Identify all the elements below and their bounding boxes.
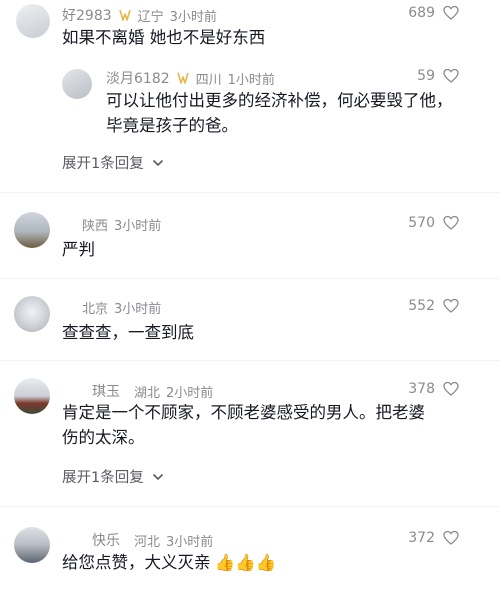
comment-text: 可以让他付出更多的经济补偿，何必要毁了他， 毕竟是孩子的爸。 [106,88,453,138]
avatar[interactable] [14,378,50,414]
chevron-down-icon [152,473,163,480]
comment-line: 毕竟是孩子的爸。 [106,116,238,135]
comment-line: 如果不离婚 她也不是好东西 [62,28,266,47]
location: 四川 [195,72,222,88]
comment-text: 肯定是一个不顾家，不顾老婆感受的男人。把老婆 伤的太深。 [62,400,425,450]
fan-badge-icon [118,8,132,22]
location: 辽宁 [137,9,164,25]
comment-meta: 琪玉 湖北 2小时前 [62,381,213,401]
timestamp: 3小时前 [114,219,162,234]
heart-icon [443,298,459,313]
username[interactable]: 琪玉 [92,381,120,401]
comment-meta: 北京 3小时前 [62,298,161,317]
comment-line: 查查查，一查到底 [62,323,194,342]
avatar[interactable] [14,527,50,563]
chevron-down-icon [152,159,163,166]
comment-text: 查查查，一查到底 [62,320,194,345]
comment-line: 给您点赞，大义灭亲 [62,553,211,572]
fan-badge-icon [176,71,190,85]
timestamp: 3小时前 [166,534,214,550]
like-button[interactable]: 378 [408,381,459,397]
like-button[interactable]: 570 [408,215,459,231]
username[interactable]: 好2983 [62,5,112,25]
heart-icon [443,530,459,545]
comment-text: 给您点赞，大义灭亲 👍👍👍 [62,550,276,575]
avatar[interactable] [14,296,50,332]
like-count: 372 [408,530,435,546]
like-button[interactable]: 59 [417,68,459,84]
location: 河北 [134,534,161,550]
heart-icon [443,215,459,230]
divider [0,278,499,279]
like-button[interactable]: 689 [408,5,459,21]
like-button[interactable]: 552 [408,298,459,314]
comment-meta: 淡月6182 四川 1小时前 [106,68,275,88]
heart-icon [443,5,459,20]
like-count: 378 [408,381,435,397]
expand-replies-label: 展开1条回复 [62,156,144,172]
comment-meta: 陕西 3小时前 [62,215,161,234]
expand-replies-label: 展开1条回复 [62,470,144,486]
comment-line: 严判 [62,240,95,259]
avatar[interactable] [16,4,50,38]
divider [0,506,499,507]
comment-meta: 好2983 辽宁 3小时前 [62,5,217,25]
like-count: 552 [408,298,435,314]
avatar[interactable] [62,69,92,99]
heart-icon [443,68,459,83]
expand-replies-button[interactable]: 展开1条回复 [62,466,164,487]
comment-line: 肯定是一个不顾家，不顾老婆感受的男人。把老婆 [62,403,425,422]
like-count: 689 [408,5,435,21]
like-count: 59 [417,68,435,84]
divider [0,360,499,361]
timestamp: 3小时前 [169,9,217,25]
timestamp: 3小时前 [114,302,162,317]
timestamp: 2小时前 [166,385,214,401]
comment-text: 如果不离婚 她也不是好东西 [62,25,265,50]
like-button[interactable]: 372 [408,530,459,546]
expand-replies-button[interactable]: 展开1条回复 [62,152,164,173]
comment-meta: 快乐 河北 3小时前 [62,530,213,550]
like-count: 570 [408,215,435,231]
comment-line: 伤的太深。 [62,428,145,447]
thumbs-up-icon: 👍👍👍 [214,553,277,572]
comment-line: 可以让他付出更多的经济补偿，何必要毁了他， [106,91,453,110]
heart-icon [443,381,459,396]
location: 陕西 [82,219,109,234]
avatar[interactable] [14,212,50,248]
timestamp: 1小时前 [227,72,275,88]
comment-text: 严判 [62,237,95,262]
divider [0,192,499,193]
username[interactable]: 淡月6182 [106,68,170,88]
location: 北京 [82,302,109,317]
username[interactable]: 快乐 [92,530,120,550]
location: 湖北 [134,385,161,401]
